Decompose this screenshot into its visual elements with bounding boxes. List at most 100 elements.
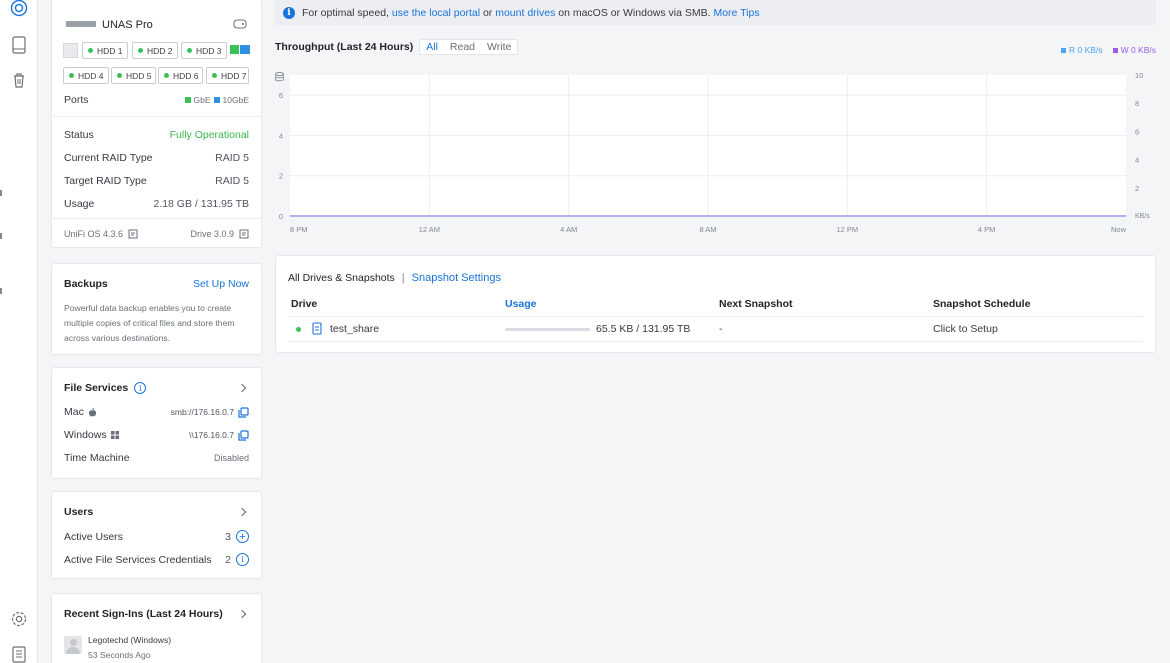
os-version-group: UniFi OS 4.3.6 (64, 229, 138, 239)
hdd-2-badge[interactable]: HDD 2 (132, 42, 178, 59)
hdd-5-badge[interactable]: HDD 5 (111, 67, 156, 84)
right-tick-label: 10 (1135, 71, 1143, 80)
divider (52, 116, 261, 117)
device-name: UNAS Pro (102, 19, 153, 31)
drive-app-icon[interactable] (9, 0, 29, 18)
gbe-label: GbE (193, 95, 211, 105)
status-dot (117, 73, 122, 78)
click-to-setup-link[interactable]: Click to Setup (933, 323, 998, 335)
copy-icon[interactable] (238, 406, 249, 418)
hdd-4-badge[interactable]: HDD 4 (63, 67, 109, 84)
active-users-label: Active Users (64, 530, 123, 543)
rail-marker (0, 233, 2, 239)
hdd-7-badge[interactable]: HDD 7 (206, 67, 249, 84)
divider (52, 218, 261, 219)
windows-icon (110, 431, 119, 439)
avatar (64, 636, 82, 654)
users-card[interactable]: Users Active Users 3 + Active File Servi… (51, 491, 262, 579)
signin-time: 53 Seconds Ago (88, 650, 151, 660)
snapshot-settings-link[interactable]: Snapshot Settings (412, 272, 501, 284)
x-tick-label: 4 AM (560, 225, 577, 234)
status-dot (164, 73, 169, 78)
x-tick-label: 8 PM (290, 225, 308, 234)
windows-row: Windows \\176.16.0.7 (64, 429, 249, 441)
settings-gear-icon[interactable] (9, 609, 29, 629)
device-card: UNAS Pro HDD 1 HDD 2 HDD 3 HDD 4 HDD 5 H… (51, 0, 262, 248)
device-drive-icon[interactable] (233, 17, 247, 34)
backups-card: Backups Set Up Now Powerful data backup … (51, 263, 262, 355)
set-up-now-link[interactable]: Set Up Now (193, 278, 249, 290)
file-services-card[interactable]: File Services i Mac smb://176.16.0.7 Win… (51, 367, 262, 479)
hdd-3-badge[interactable]: HDD 3 (181, 42, 227, 59)
versions-row: UniFi OS 4.3.6 Drive 3.0.9 (64, 229, 249, 239)
left-tick-label: 2 (279, 172, 283, 181)
tips-banner: i For optimal speed, use the local porta… (275, 0, 1156, 25)
column-header-usage[interactable]: Usage (505, 298, 537, 310)
release-notes-icon[interactable] (239, 229, 249, 239)
hdd-label: HDD 3 (196, 45, 222, 56)
chevron-right-icon[interactable] (237, 383, 247, 393)
10gbe-label: 10GbE (222, 95, 249, 105)
copy-icon[interactable] (238, 429, 249, 441)
trash-icon[interactable] (9, 70, 29, 90)
mac-value-group: smb://176.16.0.7 (171, 406, 249, 418)
x-tick-label: 12 AM (419, 225, 440, 234)
os-version: UniFi OS 4.3.6 (64, 229, 124, 239)
info-icon[interactable]: i (134, 382, 147, 394)
column-header-schedule: Snapshot Schedule (933, 298, 1031, 310)
more-tips-link[interactable]: More Tips (713, 7, 759, 19)
recent-signins-card[interactable]: Recent Sign-Ins (Last 24 Hours) Legotech… (51, 593, 262, 663)
drive-name[interactable]: test_share (330, 323, 379, 335)
backups-description: Powerful data backup enables you to crea… (64, 303, 235, 343)
right-tick-label: 8 (1135, 99, 1139, 108)
left-tick-label: 0 (279, 212, 283, 221)
credentials-count: 2 (225, 553, 231, 566)
throughput-chart: 6 4 2 0 10 8 6 4 2 KB/s 8 PM 12 AM 4 AM 8 AM 12 PM 4 PM… (279, 71, 1150, 234)
ports-row: Ports GbE 10GbE (64, 94, 249, 106)
ports-label: Ports (64, 94, 89, 106)
chevron-right-icon[interactable] (237, 507, 247, 517)
info-icon[interactable]: i (236, 553, 249, 566)
drive-usage: 65.5 KB / 131.95 TB (596, 323, 691, 335)
credentials-value-group: 2 i (225, 553, 249, 566)
hdd-label: HDD 1 (97, 45, 123, 56)
status-dot (69, 73, 74, 78)
chevron-right-icon[interactable] (237, 609, 247, 619)
users-title: Users (64, 506, 94, 518)
usage-label: Usage (64, 198, 95, 210)
status-row: Status Fully Operational (64, 129, 249, 141)
recent-signins-title: Recent Sign-Ins (Last 24 Hours) (64, 608, 223, 620)
drive-version-group: Drive 3.0.9 (190, 229, 249, 239)
windows-smb-address: \\176.16.0.7 (189, 430, 234, 440)
current-raid-value: RAID 5 (215, 152, 249, 164)
hdd-1-badge[interactable]: HDD 1 (82, 42, 128, 59)
rail-marker (0, 190, 2, 196)
status-dot (212, 73, 217, 78)
local-portal-link[interactable]: use the local portal (392, 7, 480, 19)
right-axis-unit: KB/s (1135, 213, 1150, 220)
file-services-title-group: File Services i (64, 382, 147, 394)
release-notes-icon[interactable] (128, 229, 138, 239)
notes-icon[interactable] (9, 644, 29, 663)
file-services-title: File Services (64, 382, 129, 394)
x-tick-label: 8 AM (699, 225, 716, 234)
windows-value-group: \\176.16.0.7 (189, 429, 249, 441)
rail-marker (0, 288, 2, 294)
hdd-label: HDD 7 (221, 70, 247, 81)
status-dot (138, 48, 143, 53)
10gbe-port-icon (240, 45, 250, 54)
status-dot (296, 327, 301, 332)
status-value: Fully Operational (169, 129, 249, 141)
info-icon: i (283, 6, 295, 19)
backups-header: Backups Set Up Now (64, 278, 249, 290)
mount-drives-link[interactable]: mount drives (495, 7, 555, 19)
users-header: Users (64, 506, 249, 518)
tablet-icon[interactable] (9, 35, 29, 55)
time-machine-label: Time Machine (64, 452, 130, 464)
column-header-drive: Drive (291, 298, 318, 310)
add-user-icon[interactable]: + (236, 530, 249, 543)
apple-icon (88, 407, 96, 416)
target-raid-label: Target RAID Type (64, 175, 147, 187)
hdd-6-badge[interactable]: HDD 6 (158, 67, 203, 84)
banner-suffix: on macOS or Windows via SMB. (558, 6, 711, 19)
